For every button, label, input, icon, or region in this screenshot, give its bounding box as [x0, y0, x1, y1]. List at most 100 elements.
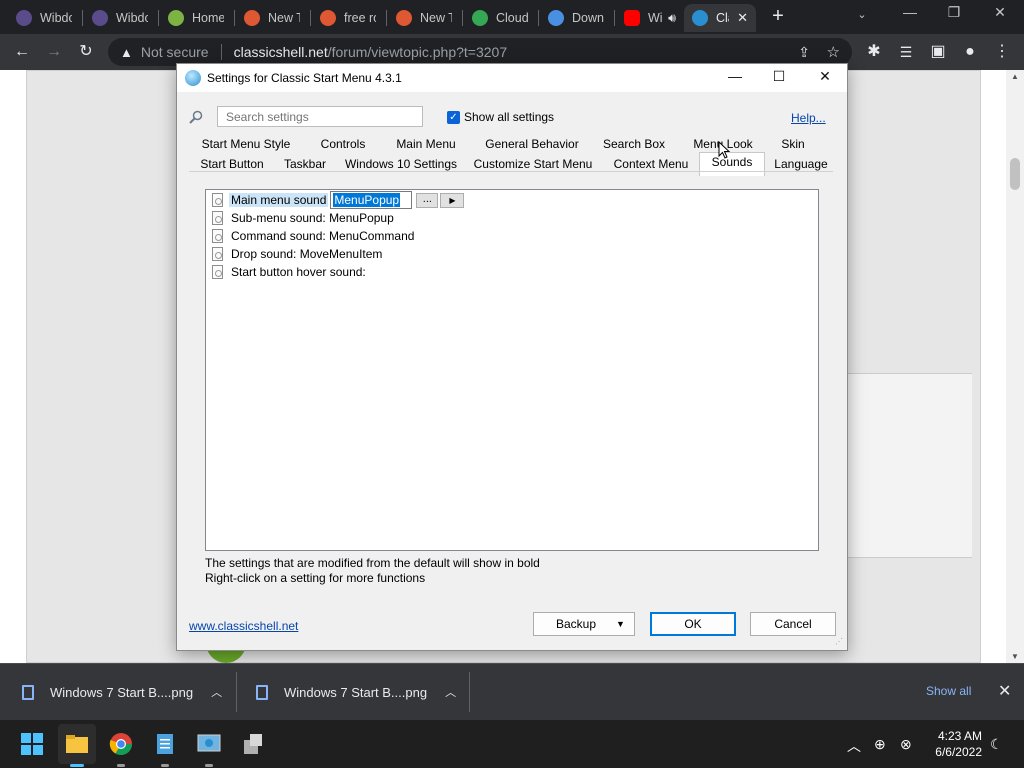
setting-row[interactable]: Start button hover sound:	[212, 263, 366, 281]
close-shelf-icon[interactable]: ✕	[998, 681, 1011, 701]
warning-icon[interactable]: ▲	[120, 45, 133, 60]
tab-divider	[189, 171, 833, 172]
forward-button[interactable]: →	[44, 42, 64, 62]
checkbox-checked-icon[interactable]: ✓	[447, 110, 460, 124]
notepad-icon[interactable]	[153, 732, 177, 756]
ok-button[interactable]: OK	[650, 612, 736, 636]
resize-grip-icon[interactable]: ⋰	[835, 638, 845, 648]
settings-app-icon[interactable]	[197, 732, 221, 756]
new-tab-button[interactable]: +	[768, 6, 788, 28]
file-explorer-icon[interactable]	[65, 732, 89, 756]
page-scrollbar[interactable]: ▲ ▼	[1006, 70, 1024, 663]
address-bar[interactable]: ▲ Not secure classicshell.net/forum/view…	[108, 38, 852, 66]
show-all-downloads-button[interactable]: Show all	[926, 684, 971, 698]
restore-window-button[interactable]: ❐	[944, 4, 964, 21]
browse-button[interactable]: ...	[416, 192, 439, 208]
browser-tab[interactable]: New T	[388, 4, 460, 32]
tab-controls[interactable]: Controls	[311, 134, 375, 154]
browser-tab[interactable]: Home	[160, 4, 232, 32]
setting-row[interactable]: Drop sound: MoveMenuItem	[212, 245, 382, 263]
notifications-moon-icon[interactable]: ☾	[990, 736, 1003, 753]
scroll-up-arrow-icon[interactable]: ▲	[1006, 72, 1024, 81]
reading-list-icon[interactable]: ☰	[896, 42, 916, 62]
dropdown-arrow-icon[interactable]: ▼	[616, 613, 634, 635]
tab-search-box[interactable]: Search Box	[599, 134, 669, 154]
clock-date: 6/6/2022	[935, 745, 982, 759]
browser-tab-strip: Wibdo Wibdo Home New T free ro New T Clo…	[0, 0, 1024, 34]
cancel-button[interactable]: Cancel	[750, 612, 836, 636]
system-clock[interactable]: 4:23 AM 6/6/2022	[930, 728, 982, 760]
backup-button[interactable]: Backup ▼	[533, 612, 635, 636]
chrome-icon[interactable]	[109, 732, 133, 756]
dialog-close-button[interactable]: ✕	[815, 68, 835, 85]
browser-tab[interactable]: Cloudi	[464, 4, 536, 32]
extensions-puzzle-icon[interactable]: ✱	[864, 42, 884, 62]
side-panel-icon[interactable]: ▣	[928, 42, 948, 62]
download-item[interactable]: Windows 7 Start B....png ︿	[22, 676, 222, 708]
tab-main-menu[interactable]: Main Menu	[387, 134, 465, 154]
sound-value-input[interactable]: MenuPopup	[330, 191, 413, 209]
tab-favicon-icon	[244, 10, 260, 26]
tab-favicon-icon	[16, 10, 32, 26]
tab-start-menu-style[interactable]: Start Menu Style	[195, 134, 297, 154]
download-item[interactable]: Windows 7 Start B....png ︿	[256, 676, 456, 708]
classic-shell-icon	[185, 70, 201, 86]
tab-skin[interactable]: Skin	[775, 134, 811, 154]
browser-tab[interactable]: New T	[236, 4, 308, 32]
chevron-up-icon[interactable]: ︿	[211, 684, 222, 700]
browser-tab[interactable]: Wi 🔊︎	[616, 4, 684, 32]
note-right-click: Right-click on a setting for more functi…	[205, 571, 426, 585]
speaker-icon[interactable]: 🔊︎	[668, 11, 676, 26]
play-icon: ▶	[449, 195, 456, 205]
dialog-maximize-button[interactable]: ☐	[769, 68, 789, 85]
installer-icon[interactable]	[241, 732, 265, 756]
minimize-window-button[interactable]: —	[900, 4, 920, 20]
dialog-minimize-button[interactable]: —	[725, 68, 745, 84]
show-all-settings-checkbox[interactable]: ✓ Show all settings	[447, 110, 554, 124]
search-settings-input[interactable]	[217, 106, 423, 127]
browser-tab-active[interactable]: Cla ✕	[684, 4, 756, 32]
dialog-titlebar[interactable]: Settings for Classic Start Menu 4.3.1 — …	[177, 64, 847, 92]
tab-sounds[interactable]: Sounds	[699, 152, 765, 176]
setting-row[interactable]: Command sound: MenuCommand	[212, 227, 414, 245]
tab-label: free ro	[344, 11, 376, 25]
open-app-indicator	[161, 764, 169, 767]
tray-chevron-up-icon[interactable]: ︿	[847, 736, 861, 756]
setting-label: Command sound: MenuCommand	[231, 229, 415, 243]
chevron-up-icon[interactable]: ︿	[445, 684, 456, 700]
play-sound-button[interactable]: ▶	[440, 192, 465, 208]
setting-row[interactable]: Sub-menu sound: MenuPopup	[212, 209, 394, 227]
tab-general-behavior[interactable]: General Behavior	[479, 134, 585, 154]
browser-tab[interactable]: free ro	[312, 4, 384, 32]
setting-row-main-menu-sound[interactable]: Main menu sound MenuPopup ... ▶	[212, 191, 465, 209]
network-icon[interactable]: ⊗	[900, 736, 912, 753]
chrome-menu-icon[interactable]: ⋮	[992, 42, 1012, 62]
scroll-thumb[interactable]	[1010, 158, 1020, 190]
mouse-cursor-icon	[718, 141, 730, 159]
share-icon[interactable]: ⇪	[798, 44, 810, 61]
tab-separator	[158, 10, 159, 26]
tab-favicon-icon	[472, 10, 488, 26]
security-label[interactable]: Not secure	[141, 44, 209, 60]
settings-tree[interactable]: Main menu sound MenuPopup ... ▶ Sub-menu…	[205, 189, 819, 551]
browser-tab[interactable]: Down	[540, 4, 612, 32]
browser-tab[interactable]: Wibdo	[84, 4, 156, 32]
scroll-down-arrow-icon[interactable]: ▼	[1006, 652, 1024, 661]
bookmark-star-icon[interactable]: ☆	[827, 43, 840, 61]
tab-separator	[538, 10, 539, 26]
close-window-button[interactable]: ✕	[990, 4, 1010, 21]
download-filename: Windows 7 Start B....png	[50, 684, 194, 700]
tab-search-icon[interactable]: ⌄	[852, 8, 872, 21]
profile-avatar-icon[interactable]: ●	[960, 42, 980, 62]
website-link[interactable]: www.classicshell.net	[189, 619, 298, 633]
browser-tab[interactable]: Wibdo	[8, 4, 80, 32]
windows-start-icon[interactable]	[20, 732, 44, 756]
back-button[interactable]: ←	[12, 42, 32, 62]
close-tab-icon[interactable]: ✕	[737, 10, 748, 26]
reload-button[interactable]: ↻	[76, 42, 96, 62]
setting-doc-icon	[212, 211, 223, 225]
setting-doc-icon	[212, 229, 223, 243]
help-link[interactable]: Help...	[791, 111, 826, 125]
tab-label: Cla	[716, 11, 729, 25]
language-globe-icon[interactable]: ⊕	[874, 736, 886, 753]
